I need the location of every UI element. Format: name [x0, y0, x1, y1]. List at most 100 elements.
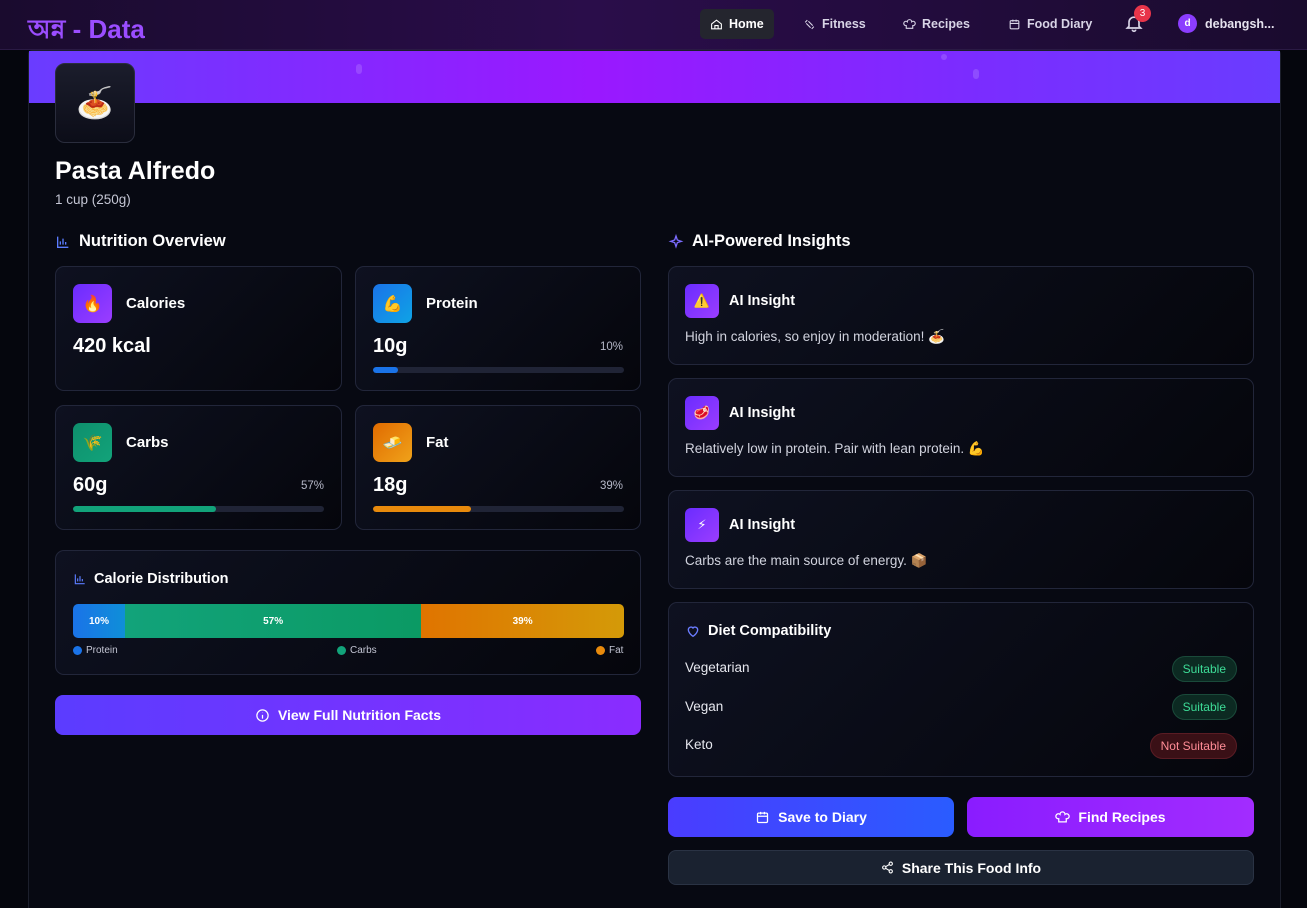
- fat-segment: 39%: [421, 604, 624, 638]
- fat-card: 🧈 Fat 18g 39%: [355, 405, 641, 530]
- lightning-icon: ⚡: [685, 508, 719, 542]
- calorie-distribution-title: Calorie Distribution: [94, 571, 229, 587]
- diet-name: Vegan: [685, 699, 724, 714]
- diet-name: Vegetarian: [685, 660, 750, 675]
- serving-size: 1 cup (250g): [55, 192, 131, 207]
- heart-icon: [687, 626, 699, 638]
- insight-card: ⚡ AI Insight Carbs are the main source o…: [668, 490, 1254, 589]
- legend-protein-label: Protein: [86, 645, 118, 656]
- brand-logo[interactable]: অন্ন - Data: [28, 9, 145, 53]
- insight-text: High in calories, so enjoy in moderation…: [685, 329, 945, 344]
- protein-label: Protein: [426, 295, 478, 312]
- bar-chart-icon: [74, 574, 85, 585]
- status-badge: Not Suitable: [1149, 733, 1237, 759]
- legend-dot: [596, 646, 605, 655]
- distribution-bar: 10% 57% 39%: [73, 604, 624, 638]
- fat-progress-fill: [373, 506, 471, 512]
- home-icon: [711, 18, 722, 29]
- legend-fat: Fat: [596, 645, 623, 656]
- nutrition-overview-title: Nutrition Overview: [79, 232, 226, 250]
- protein-value: 10g: [373, 335, 408, 357]
- legend-protein: Protein: [73, 645, 118, 656]
- nav-home[interactable]: Home: [700, 9, 774, 39]
- avatar: d: [1178, 14, 1197, 33]
- protein-segment: 10%: [73, 604, 125, 638]
- notification-badge: 3: [1134, 5, 1151, 22]
- carbs-value: 60g: [73, 474, 108, 496]
- carbs-label: Carbs: [126, 434, 169, 451]
- nav-recipes-label: Recipes: [922, 17, 970, 31]
- nav-home-label: Home: [729, 17, 764, 31]
- calorie-distribution-card: Calorie Distribution 10% 57% 39% Protein…: [55, 550, 641, 675]
- carbs-card: 🌾 Carbs 60g 57%: [55, 405, 342, 530]
- nav-food-diary-label: Food Diary: [1027, 17, 1093, 31]
- top-navbar: অন্ন - Data Home Fitness Recipes Food Di…: [0, 0, 1307, 50]
- sparkles-icon: [668, 233, 684, 249]
- calories-card: 🔥 Calories 420 kcal: [55, 266, 342, 391]
- legend-fat-label: Fat: [609, 645, 624, 656]
- save-to-diary-button[interactable]: Save to Diary: [668, 797, 954, 837]
- user-name: debangsh...: [1205, 16, 1275, 31]
- share-food-info-label: Share This Food Info: [901, 859, 1042, 876]
- food-title: Pasta Alfredo: [55, 157, 216, 185]
- calendar-icon: [1009, 19, 1020, 29]
- insight-text: Relatively low in protein. Pair with lea…: [685, 441, 985, 456]
- banner-bubble: [973, 69, 979, 79]
- diet-compatibility-title: Diet Compatibility: [708, 623, 832, 639]
- nav-fitness[interactable]: Fitness: [793, 9, 876, 39]
- user-menu[interactable]: d debangsh...: [1178, 14, 1274, 33]
- diet-name: Keto: [685, 737, 713, 752]
- carbs-segment: 57%: [124, 604, 422, 638]
- find-recipes-label: Find Recipes: [1078, 809, 1166, 825]
- banner-bubble: [356, 64, 362, 74]
- fat-label: Fat: [426, 434, 449, 451]
- ai-insights-heading: AI-Powered Insights: [668, 232, 851, 251]
- butter-icon: 🧈: [373, 423, 412, 462]
- chef-hat-icon: [903, 18, 916, 29]
- header-banner: [29, 51, 1280, 103]
- ai-insights-title: AI-Powered Insights: [692, 232, 851, 250]
- food-emoji-icon: 🍝: [55, 63, 135, 143]
- insight-text: Carbs are the main source of energy. 📦: [685, 553, 928, 568]
- protein-progress: [373, 367, 624, 373]
- save-to-diary-label: Save to Diary: [778, 809, 867, 825]
- protein-card: 💪 Protein 10g 10%: [355, 266, 641, 391]
- carbs-progress: [73, 506, 324, 512]
- protein-percent: 10%: [599, 341, 623, 353]
- diet-compatibility-heading: Diet Compatibility: [685, 623, 831, 639]
- food-detail-card: 🍝 Pasta Alfredo 1 cup (250g) Nutrition O…: [28, 50, 1281, 908]
- share-icon: [881, 861, 893, 874]
- fat-progress: [373, 506, 624, 512]
- view-nutrition-facts-button[interactable]: View Full Nutrition Facts: [55, 695, 641, 735]
- insight-title: AI Insight: [729, 517, 796, 533]
- warning-icon: ⚠️: [685, 284, 719, 318]
- insight-card: ⚠️ AI Insight High in calories, so enjoy…: [668, 266, 1254, 365]
- status-badge: Suitable: [1171, 656, 1237, 682]
- meat-icon: 🥩: [685, 396, 719, 430]
- banner-bubble: [941, 54, 947, 60]
- calendar-icon: [757, 811, 769, 823]
- carbs-progress-fill: [73, 506, 217, 512]
- wheat-icon: 🌾: [73, 423, 112, 462]
- legend-carbs: Carbs: [337, 645, 377, 656]
- nutrition-overview-heading: Nutrition Overview: [55, 232, 226, 251]
- fat-value: 18g: [373, 474, 408, 496]
- calorie-distribution-heading: Calorie Distribution: [73, 571, 229, 587]
- share-food-info-button[interactable]: Share This Food Info: [668, 850, 1254, 885]
- fire-icon: 🔥: [73, 284, 112, 323]
- status-badge: Suitable: [1171, 694, 1237, 720]
- protein-progress-fill: [373, 367, 399, 373]
- nav-recipes[interactable]: Recipes: [893, 9, 980, 39]
- legend-carbs-label: Carbs: [350, 645, 377, 656]
- carbs-percent: 57%: [300, 480, 324, 492]
- chef-hat-icon: [1055, 810, 1071, 822]
- insight-card: 🥩 AI Insight Relatively low in protein. …: [668, 378, 1254, 477]
- fat-percent: 39%: [599, 480, 623, 492]
- fitness-icon: [804, 19, 815, 29]
- calories-value: 420 kcal: [73, 335, 151, 357]
- nav-food-diary[interactable]: Food Diary: [998, 9, 1102, 39]
- view-nutrition-facts-label: View Full Nutrition Facts: [277, 707, 442, 723]
- info-icon: [256, 708, 269, 722]
- calories-label: Calories: [126, 295, 186, 312]
- find-recipes-button[interactable]: Find Recipes: [967, 797, 1254, 837]
